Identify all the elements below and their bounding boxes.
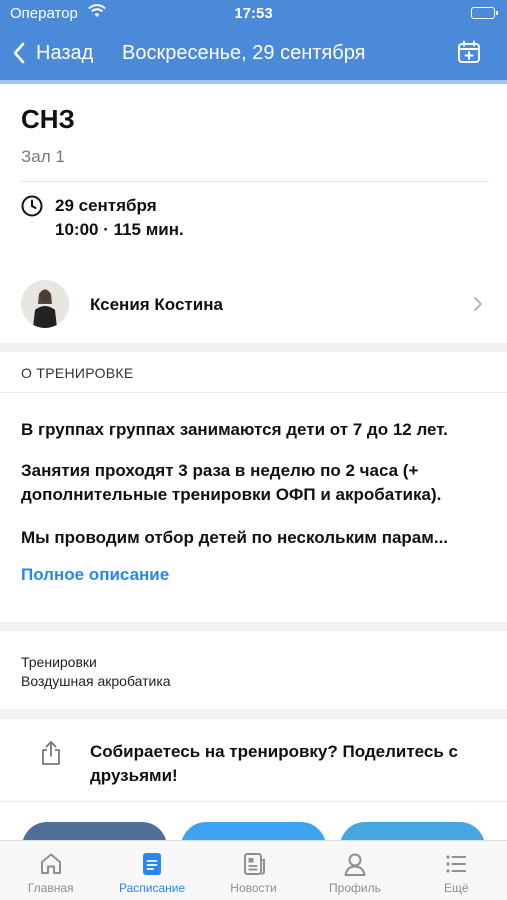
share-icon bbox=[42, 741, 60, 765]
news-icon bbox=[243, 853, 265, 875]
description-paragraph: Занятия проходят 3 раза в неделю по 2 ча… bbox=[21, 461, 442, 504]
section-separator bbox=[0, 622, 507, 631]
about-section-header: О ТРЕНИРОВКЕ bbox=[21, 365, 134, 381]
divider bbox=[0, 392, 507, 393]
home-icon bbox=[40, 853, 61, 874]
tab-label: Главная bbox=[27, 881, 74, 895]
clock-time: 17:53 bbox=[234, 5, 273, 22]
share-prompt: Собираетесь на тренировку? Поделитесь с … bbox=[90, 742, 458, 785]
section-separator bbox=[0, 343, 507, 352]
event-hall: Зал 1 bbox=[21, 147, 65, 166]
tab-label: Профиль bbox=[329, 881, 381, 895]
tab-label: Расписание bbox=[119, 881, 186, 895]
more-icon bbox=[446, 855, 467, 873]
full-description-link[interactable]: Полное описание bbox=[21, 565, 169, 585]
back-button[interactable]: Назад bbox=[12, 38, 93, 68]
divider bbox=[21, 181, 489, 182]
event-title: СНЗ bbox=[21, 104, 75, 134]
category-value: Воздушная акробатика bbox=[21, 673, 171, 689]
trainer-name: Ксения Костина bbox=[90, 295, 223, 314]
tab-more[interactable]: Ещё bbox=[406, 841, 507, 900]
trainer-avatar bbox=[21, 280, 69, 328]
event-date: 29 сентября bbox=[55, 196, 157, 215]
tab-profile[interactable]: Профиль bbox=[304, 841, 405, 900]
avatar-image bbox=[21, 280, 69, 328]
tab-label: Ещё bbox=[444, 881, 469, 895]
calendar-add-icon[interactable] bbox=[457, 40, 481, 64]
battery-icon bbox=[471, 7, 498, 19]
tab-label: Новости bbox=[230, 881, 277, 895]
category-label: Тренировки bbox=[21, 654, 97, 670]
schedule-icon bbox=[143, 853, 162, 875]
chevron-right-icon bbox=[474, 297, 482, 311]
tab-schedule[interactable]: Расписание bbox=[101, 841, 202, 900]
event-time-duration: 10:00 · 115 мин. bbox=[55, 220, 184, 239]
clock-icon bbox=[21, 195, 43, 217]
profile-icon bbox=[344, 853, 366, 876]
divider bbox=[0, 801, 507, 802]
tab-bar: Главная Расписание Новости Профиль Ещё bbox=[0, 840, 507, 900]
tab-home[interactable]: Главная bbox=[0, 841, 101, 900]
tab-news[interactable]: Новости bbox=[203, 841, 304, 900]
section-separator bbox=[0, 709, 507, 719]
back-label: Назад bbox=[36, 41, 94, 64]
status-bar: Оператор 17:53 bbox=[0, 0, 507, 28]
trainer-row[interactable]: Ксения Костина bbox=[0, 277, 507, 333]
page-title: Воскресенье, 29 сентября bbox=[122, 42, 366, 64]
header-accent-line bbox=[0, 80, 507, 84]
description-paragraph: Мы проводим отбор детей по нескольким па… bbox=[21, 528, 449, 547]
description-paragraph: В группах группах занимаются дети от 7 д… bbox=[21, 420, 448, 439]
app-header: Оператор 17:53 Назад Воскресенье, 29 сен… bbox=[0, 0, 507, 80]
chevron-left-icon bbox=[13, 42, 25, 64]
